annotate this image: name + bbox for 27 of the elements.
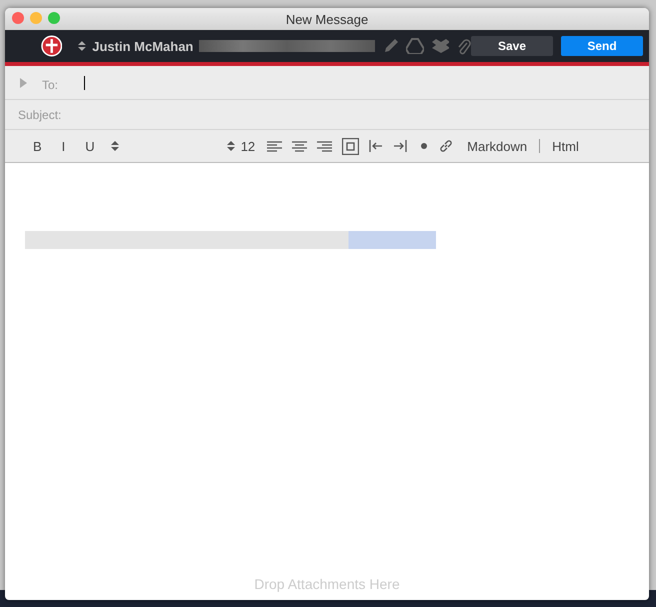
- align-left-icon[interactable]: [267, 140, 282, 152]
- align-right-icon[interactable]: [317, 140, 332, 152]
- bullet-icon[interactable]: [421, 143, 428, 149]
- link-icon[interactable]: [439, 139, 454, 153]
- italic-button[interactable]: I: [58, 136, 70, 156]
- bold-button[interactable]: B: [29, 136, 46, 156]
- text-cursor: [84, 76, 85, 90]
- block-quote-icon[interactable]: [342, 138, 360, 154]
- field-label: Subject:: [18, 108, 62, 122]
- account-selector[interactable]: Justin McMahan: [92, 38, 194, 54]
- indent-icon[interactable]: [393, 140, 408, 152]
- mode-button[interactable]: Markdown: [463, 136, 532, 156]
- field-label: To:: [42, 78, 60, 92]
- app-logo-icon: [41, 35, 62, 57]
- mode-button[interactable]: Html: [548, 136, 583, 156]
- stepper-icon[interactable]: [78, 40, 86, 52]
- send-button[interactable]: Send: [561, 36, 644, 56]
- window-title: New Message: [286, 12, 368, 26]
- underline-button[interactable]: U: [81, 136, 99, 156]
- outdent-icon[interactable]: [369, 140, 384, 152]
- stepper-icon[interactable]: [110, 140, 119, 152]
- align-center-icon[interactable]: [292, 140, 308, 152]
- paperclip-icon[interactable]: [457, 38, 472, 54]
- font-size-button[interactable]: 12: [240, 138, 256, 154]
- save-button[interactable]: Save: [471, 36, 554, 56]
- stepper-icon[interactable]: [226, 140, 235, 152]
- pencil-icon[interactable]: [382, 38, 398, 54]
